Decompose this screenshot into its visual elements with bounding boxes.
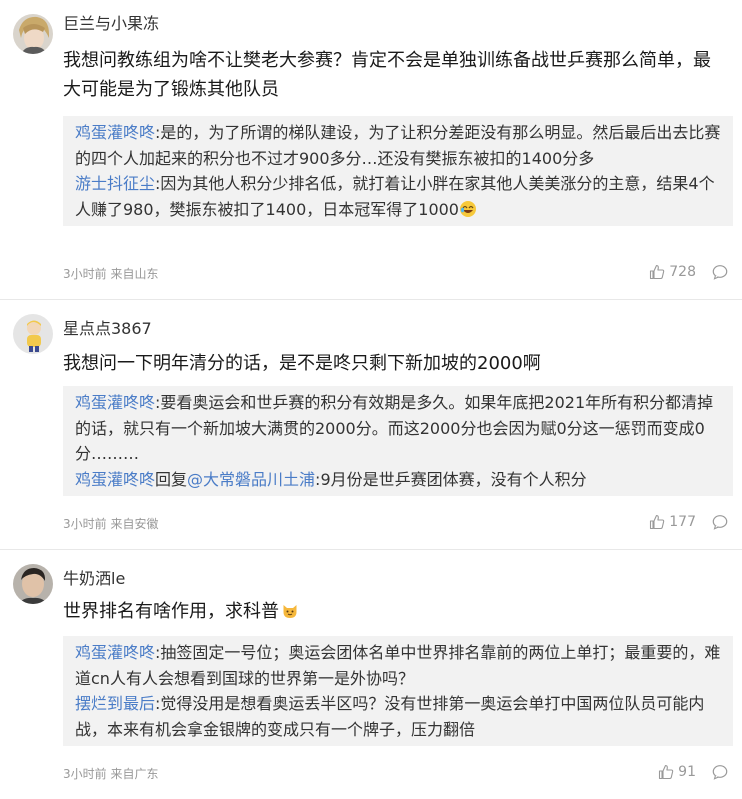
like-button[interactable]: 728: [649, 264, 696, 280]
reply-author[interactable]: 鸡蛋灌咚咚: [75, 123, 155, 142]
speech-bubble-icon[interactable]: [712, 764, 728, 780]
thumbs-up-icon: [649, 514, 665, 530]
reply-author[interactable]: 摆烂到最后: [75, 694, 155, 713]
mention-link[interactable]: @大常磐品川土浦: [187, 470, 315, 489]
comment-meta: 3小时前 来自安徽: [63, 516, 158, 532]
speech-bubble-icon[interactable]: [712, 264, 728, 280]
comment-actions: 728: [649, 264, 728, 280]
reply-item[interactable]: 鸡蛋灌咚咚:是的，为了所谓的梯队建设，为了让积分差距没有那么明显。然后最后出去比…: [75, 120, 721, 171]
comment-location: 来自山东: [110, 267, 159, 281]
reply-list[interactable]: 鸡蛋灌咚咚:要看奥运会和世乒赛的积分有效期是多久。如果年底把2021年所有积分都…: [63, 386, 733, 496]
comment-meta: 3小时前 来自山东: [63, 266, 158, 282]
username[interactable]: 牛奶洒le: [63, 569, 125, 589]
speech-bubble-icon[interactable]: [712, 514, 728, 530]
reply-author[interactable]: 鸡蛋灌咚咚: [75, 643, 155, 662]
username[interactable]: 星点点3867: [63, 319, 152, 339]
like-count: 728: [669, 264, 696, 280]
reply-item[interactable]: 摆烂到最后:觉得没用是想看奥运丢半区吗？没有世排第一奥运会单打中国两位队员可能内…: [75, 691, 721, 742]
comment-text-body: 世界排名有啥作用，求科普: [63, 601, 279, 622]
reply-text: 觉得没用是想看奥运丢半区吗？没有世排第一奥运会单打中国两位队员可能内战，本来有机…: [75, 694, 705, 739]
like-count: 91: [678, 764, 696, 780]
comment-meta: 3小时前 来自广东: [63, 766, 158, 782]
like-button[interactable]: 91: [658, 764, 696, 780]
reply-author[interactable]: 鸡蛋灌咚咚: [75, 470, 155, 489]
reply-text: 是的，为了所谓的梯队建设，为了让积分差距没有那么明显。然后最后出去比赛的四个人加…: [75, 123, 721, 168]
comment-actions: 91: [658, 764, 728, 780]
comment-text: 我想问教练组为啥不让樊老大参赛？肯定不会是单独训练备战世乒赛那么简单，最大可能是…: [63, 50, 711, 100]
comment-location: 来自安徽: [110, 517, 159, 531]
comment-actions: 177: [649, 514, 728, 530]
thumbs-up-icon: [649, 264, 665, 280]
reply-item[interactable]: 鸡蛋灌咚咚回复@大常磐品川土浦:9月份是世乒赛团体赛，没有个人积分: [75, 467, 721, 493]
reply-text: 抽签固定一号位；奥运会团体名单中世界排名靠前的两位上单打；最重要的，难道cn人有…: [75, 643, 721, 688]
reply-text: 因为其他人积分少排名低，就打着让小胖在家其他人美美涨分的主意，结果4个人赚了98…: [75, 174, 715, 219]
username[interactable]: 巨兰与小果冻: [63, 14, 159, 34]
comment-1: 巨兰与小果冻 我想问教练组为啥不让樊老大参赛？肯定不会是单独训练备战世乒赛那么简…: [0, 0, 742, 298]
comment-2: 星点点3867 我想问一下明年清分的话，是不是咚只剩下新加坡的2000啊 鸡蛋灌…: [0, 300, 742, 548]
reply-item[interactable]: 鸡蛋灌咚咚:要看奥运会和世乒赛的积分有效期是多久。如果年底把2021年所有积分都…: [75, 390, 721, 467]
thumbs-up-icon: [658, 764, 674, 780]
reply-author[interactable]: 鸡蛋灌咚咚: [75, 393, 155, 412]
reply-list[interactable]: 鸡蛋灌咚咚:抽签固定一号位；奥运会团体名单中世界排名靠前的两位上单打；最重要的，…: [63, 636, 733, 746]
cat-emoji-icon: [281, 600, 299, 618]
comment-text: 世界排名有啥作用，求科普: [63, 597, 723, 626]
like-button[interactable]: 177: [649, 514, 696, 530]
comment-time: 3小时前: [63, 517, 107, 531]
reply-list[interactable]: 鸡蛋灌咚咚:是的，为了所谓的梯队建设，为了让积分差距没有那么明显。然后最后出去比…: [63, 116, 733, 226]
reply-item[interactable]: 游士抖征尘:因为其他人积分少排名低，就打着让小胖在家其他人美美涨分的主意，结果4…: [75, 171, 721, 222]
reply-item[interactable]: 鸡蛋灌咚咚:抽签固定一号位；奥运会团体名单中世界排名靠前的两位上单打；最重要的，…: [75, 640, 721, 691]
reply-author[interactable]: 游士抖征尘: [75, 174, 155, 193]
comment-text: 我想问一下明年清分的话，是不是咚只剩下新加坡的2000啊: [63, 353, 541, 374]
avatar[interactable]: [13, 564, 53, 604]
avatar[interactable]: [13, 314, 53, 354]
reply-text: 9月份是世乒赛团体赛，没有个人积分: [320, 469, 587, 489]
reply-word: 回复: [155, 469, 188, 489]
avatar[interactable]: [13, 14, 53, 54]
like-count: 177: [669, 514, 696, 530]
comment-time: 3小时前: [63, 767, 107, 781]
comment-time: 3小时前: [63, 267, 107, 281]
comment-location: 来自广东: [110, 767, 159, 781]
reply-text: 要看奥运会和世乒赛的积分有效期是多久。如果年底把2021年所有积分都清掉的话，就…: [75, 393, 714, 463]
laugh-emoji-icon: [459, 200, 477, 218]
comment-3: 牛奶洒le 世界排名有啥作用，求科普 鸡蛋灌咚咚:抽签固定一号位；奥运会团体名单…: [0, 550, 742, 799]
